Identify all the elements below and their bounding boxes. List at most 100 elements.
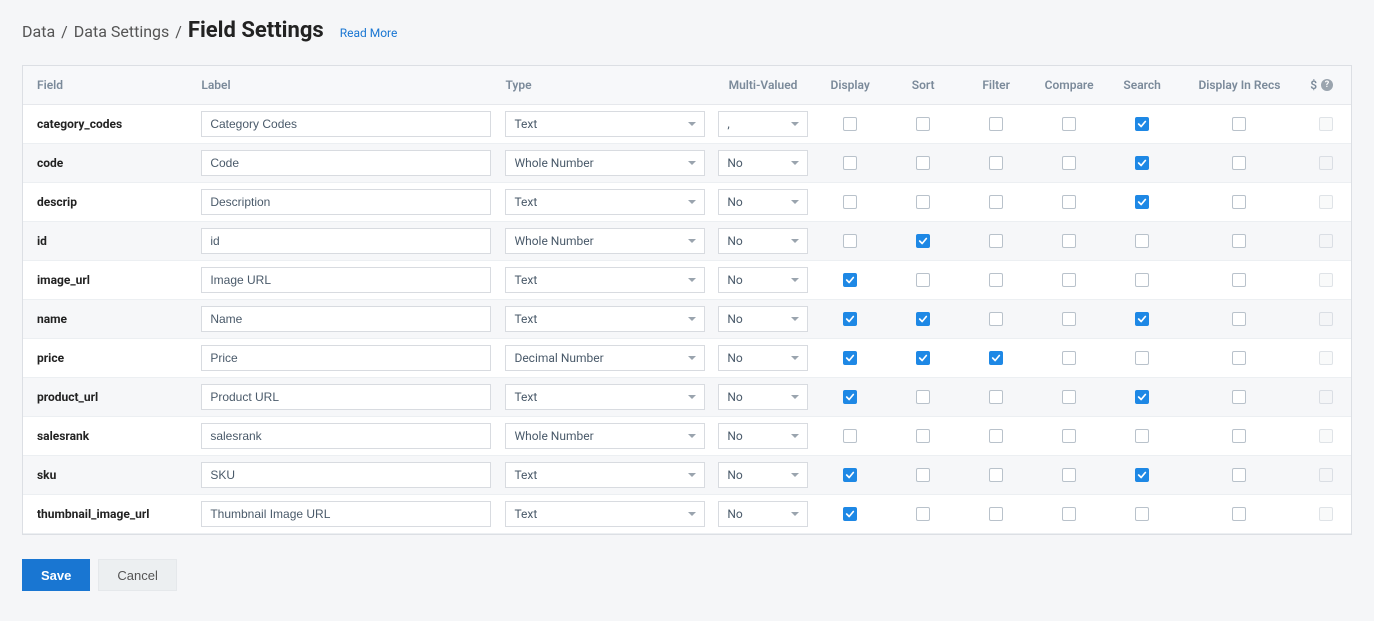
display-in-recs-checkbox[interactable] (1232, 351, 1246, 365)
display-in-recs-checkbox[interactable] (1232, 195, 1246, 209)
search-checkbox[interactable] (1135, 117, 1149, 131)
label-input[interactable] (201, 228, 491, 254)
display-in-recs-checkbox[interactable] (1232, 312, 1246, 326)
search-checkbox[interactable] (1135, 234, 1149, 248)
multivalued-select[interactable]: No (718, 462, 807, 488)
type-select[interactable]: Text (505, 189, 705, 215)
label-input[interactable] (201, 306, 491, 332)
type-select[interactable]: Whole Number (505, 423, 705, 449)
type-select[interactable]: Text (505, 462, 705, 488)
search-checkbox[interactable] (1135, 507, 1149, 521)
compare-checkbox[interactable] (1062, 390, 1076, 404)
sort-checkbox[interactable] (916, 507, 930, 521)
display-checkbox[interactable] (843, 195, 857, 209)
search-checkbox[interactable] (1135, 156, 1149, 170)
display-checkbox[interactable] (843, 429, 857, 443)
label-input[interactable] (201, 423, 491, 449)
label-input[interactable] (201, 111, 491, 137)
filter-checkbox[interactable] (989, 156, 1003, 170)
filter-checkbox[interactable] (989, 234, 1003, 248)
type-select[interactable]: Text (505, 267, 705, 293)
cancel-button[interactable]: Cancel (98, 559, 176, 591)
multivalued-select[interactable]: No (718, 423, 807, 449)
type-select[interactable]: Text (505, 111, 705, 137)
multivalued-select[interactable]: No (718, 345, 807, 371)
display-in-recs-checkbox[interactable] (1232, 117, 1246, 131)
sort-checkbox[interactable] (916, 390, 930, 404)
display-in-recs-checkbox[interactable] (1232, 234, 1246, 248)
search-checkbox[interactable] (1135, 390, 1149, 404)
multivalued-select[interactable]: No (718, 150, 807, 176)
compare-checkbox[interactable] (1062, 273, 1076, 287)
search-checkbox[interactable] (1135, 195, 1149, 209)
label-input[interactable] (201, 345, 491, 371)
compare-checkbox[interactable] (1062, 507, 1076, 521)
search-checkbox[interactable] (1135, 273, 1149, 287)
filter-checkbox[interactable] (989, 312, 1003, 326)
display-in-recs-checkbox[interactable] (1232, 468, 1246, 482)
sort-checkbox[interactable] (916, 351, 930, 365)
display-checkbox[interactable] (843, 156, 857, 170)
search-checkbox[interactable] (1135, 351, 1149, 365)
display-in-recs-checkbox[interactable] (1232, 156, 1246, 170)
multivalued-select[interactable]: No (718, 306, 807, 332)
compare-checkbox[interactable] (1062, 234, 1076, 248)
compare-checkbox[interactable] (1062, 117, 1076, 131)
breadcrumb-crumb-1[interactable]: Data (22, 22, 55, 41)
type-select[interactable]: Whole Number (505, 150, 705, 176)
read-more-link[interactable]: Read More (340, 26, 398, 40)
filter-checkbox[interactable] (989, 390, 1003, 404)
sort-checkbox[interactable] (916, 234, 930, 248)
label-input[interactable] (201, 150, 491, 176)
sort-checkbox[interactable] (916, 468, 930, 482)
type-select[interactable]: Text (505, 501, 705, 527)
multivalued-select[interactable]: No (718, 384, 807, 410)
label-input[interactable] (201, 462, 491, 488)
breadcrumb-crumb-2[interactable]: Data Settings (74, 22, 170, 41)
display-in-recs-checkbox[interactable] (1232, 390, 1246, 404)
display-checkbox[interactable] (843, 351, 857, 365)
help-icon[interactable]: ? (1321, 79, 1333, 91)
filter-checkbox[interactable] (989, 429, 1003, 443)
display-in-recs-checkbox[interactable] (1232, 507, 1246, 521)
multivalued-select[interactable]: , (718, 111, 807, 137)
compare-checkbox[interactable] (1062, 156, 1076, 170)
sort-checkbox[interactable] (916, 429, 930, 443)
type-select[interactable]: Whole Number (505, 228, 705, 254)
multivalued-select[interactable]: No (718, 189, 807, 215)
filter-checkbox[interactable] (989, 351, 1003, 365)
sort-checkbox[interactable] (916, 195, 930, 209)
sort-checkbox[interactable] (916, 117, 930, 131)
display-checkbox[interactable] (843, 312, 857, 326)
compare-checkbox[interactable] (1062, 195, 1076, 209)
display-checkbox[interactable] (843, 273, 857, 287)
save-button[interactable]: Save (22, 559, 90, 591)
display-checkbox[interactable] (843, 507, 857, 521)
compare-checkbox[interactable] (1062, 351, 1076, 365)
type-select[interactable]: Text (505, 306, 705, 332)
display-checkbox[interactable] (843, 234, 857, 248)
compare-checkbox[interactable] (1062, 429, 1076, 443)
sort-checkbox[interactable] (916, 273, 930, 287)
filter-checkbox[interactable] (989, 195, 1003, 209)
display-checkbox[interactable] (843, 390, 857, 404)
multivalued-select[interactable]: No (718, 501, 807, 527)
display-checkbox[interactable] (843, 468, 857, 482)
search-checkbox[interactable] (1135, 468, 1149, 482)
label-input[interactable] (201, 267, 491, 293)
label-input[interactable] (201, 189, 491, 215)
compare-checkbox[interactable] (1062, 312, 1076, 326)
compare-checkbox[interactable] (1062, 468, 1076, 482)
filter-checkbox[interactable] (989, 468, 1003, 482)
label-input[interactable] (201, 501, 491, 527)
multivalued-select[interactable]: No (718, 228, 807, 254)
display-in-recs-checkbox[interactable] (1232, 273, 1246, 287)
display-in-recs-checkbox[interactable] (1232, 429, 1246, 443)
sort-checkbox[interactable] (916, 156, 930, 170)
search-checkbox[interactable] (1135, 312, 1149, 326)
display-checkbox[interactable] (843, 117, 857, 131)
multivalued-select[interactable]: No (718, 267, 807, 293)
filter-checkbox[interactable] (989, 117, 1003, 131)
label-input[interactable] (201, 384, 491, 410)
type-select[interactable]: Decimal Number (505, 345, 705, 371)
